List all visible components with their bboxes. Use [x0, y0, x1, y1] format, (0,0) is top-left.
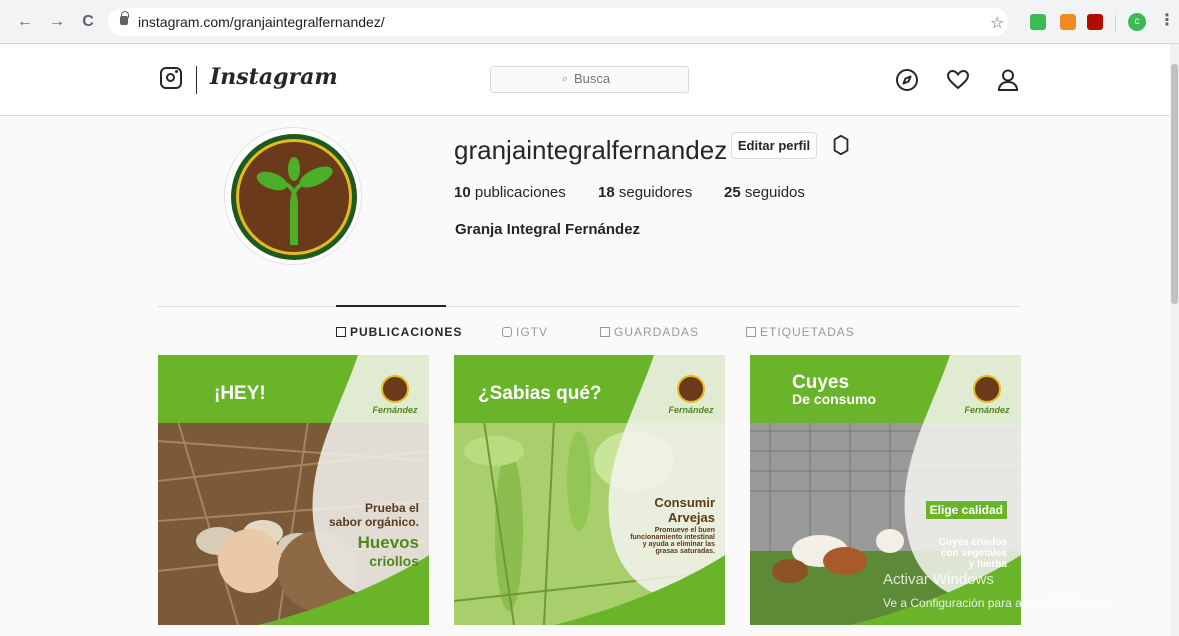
instagram-camera-icon[interactable]	[160, 67, 182, 89]
settings-gear-icon[interactable]	[830, 134, 852, 156]
tab-igtv[interactable]: IGTV	[502, 325, 548, 339]
followers-count[interactable]: 18 seguidores	[598, 184, 692, 201]
post-text: Consumir Arvejas Promueve el buen funcio…	[630, 495, 715, 555]
reload-button[interactable]: C	[79, 14, 97, 32]
granja-logo	[231, 134, 357, 260]
search-field[interactable]: ⌕	[490, 66, 689, 93]
bookmark-star-icon[interactable]: ☆	[990, 13, 1004, 33]
extension-icon[interactable]	[1060, 14, 1076, 30]
browser-menu-icon[interactable]: ⋮	[1159, 10, 1175, 30]
heart-icon[interactable]	[946, 68, 970, 92]
tab-etiquetadas[interactable]: ETIQUETADAS	[746, 325, 855, 339]
profile-username: granjaintegralfernandez	[454, 135, 728, 165]
header-divider	[196, 66, 197, 94]
tag-icon	[746, 327, 756, 337]
windows-activation-title: Activar Windows	[883, 571, 994, 588]
post-text: Elige calidad Cuyes criados con vegetale…	[925, 501, 1007, 570]
fernandez-logo: Fernández	[658, 375, 724, 415]
ig-header: Instagram ⌕	[0, 44, 1170, 116]
post-thumbnail[interactable]: ¿Sabias qué? Fernández Consumir Arvejas …	[454, 355, 725, 625]
tab-guardadas[interactable]: GUARDADAS	[600, 325, 699, 339]
windows-activation-text: Ve a Configuración para activar Windows.	[883, 596, 1106, 610]
post-title: Cuyes De consumo	[792, 372, 877, 407]
address-bar[interactable]: instagram.com/granjaintegralfernandez/	[108, 8, 1008, 36]
pdf-extension-icon[interactable]	[1087, 14, 1103, 30]
igtv-icon	[502, 327, 512, 337]
bookmark-icon	[600, 327, 610, 337]
toolbar-divider	[1115, 15, 1116, 31]
search-input[interactable]	[574, 71, 674, 86]
browser-toolbar: ← → C instagram.com/granjaintegralfernan…	[0, 0, 1179, 44]
post-text: Prueba el sabor orgánico. Huevos criollo…	[328, 501, 419, 569]
explore-compass-icon[interactable]	[895, 68, 919, 92]
browser-profile-avatar[interactable]: c	[1128, 13, 1146, 31]
tabs-divider	[158, 306, 1021, 307]
following-count[interactable]: 25 seguidos	[724, 184, 805, 201]
post-thumbnail[interactable]: ¡HEY! Fernández Prueba el sabor orgánico…	[158, 355, 429, 625]
user-profile-icon[interactable]	[996, 68, 1020, 92]
lock-icon	[120, 11, 129, 25]
profile-full-name: Granja Integral Fernández	[455, 221, 641, 238]
page-scrollbar[interactable]	[1170, 44, 1179, 636]
fernandez-logo: Fernández	[362, 375, 428, 415]
fernandez-logo: Fernández	[954, 375, 1020, 415]
grid-icon	[336, 327, 346, 337]
edit-profile-button[interactable]: Editar perfil	[731, 132, 817, 159]
forward-button[interactable]: →	[48, 14, 66, 32]
scrollbar-thumb[interactable]	[1171, 64, 1178, 304]
extension-icon[interactable]	[1030, 14, 1046, 30]
url-text[interactable]: instagram.com/granjaintegralfernandez/	[138, 14, 385, 30]
instagram-wordmark[interactable]: Instagram	[210, 64, 338, 90]
tab-publicaciones[interactable]: PUBLICACIONES	[336, 325, 462, 339]
back-button[interactable]: ←	[16, 14, 34, 32]
search-icon: ⌕	[562, 73, 569, 85]
post-title: ¡HEY!	[214, 383, 266, 404]
post-title: ¿Sabias qué?	[478, 383, 602, 404]
active-tab-indicator	[336, 305, 446, 307]
posts-count[interactable]: 10 publicaciones	[454, 184, 566, 201]
avatar[interactable]	[224, 127, 362, 265]
